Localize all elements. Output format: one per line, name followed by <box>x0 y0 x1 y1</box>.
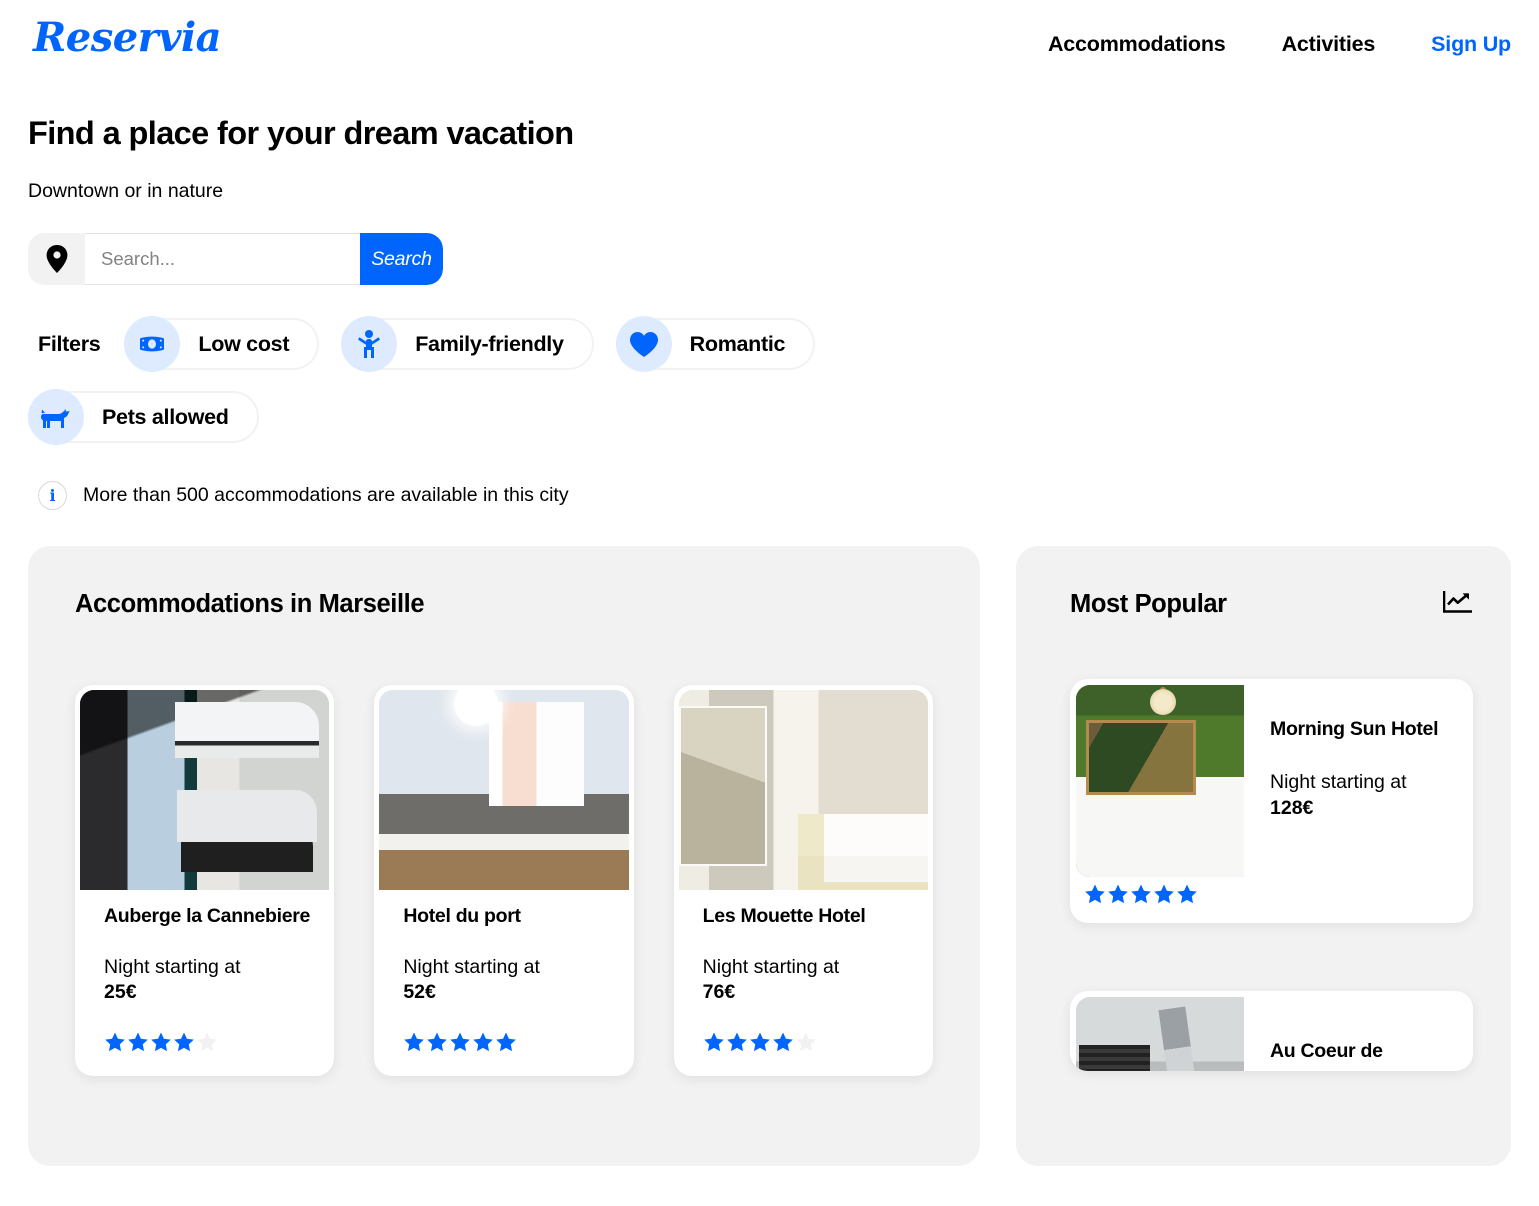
star-filled-icon <box>173 1031 195 1053</box>
popular-panel-title: Most Popular <box>1070 590 1227 618</box>
popular-card-body: Au Coeur de <box>1244 997 1403 1071</box>
star-filled-icon <box>1130 883 1152 905</box>
availability-info: i More than 500 accommodations are avail… <box>28 481 1511 510</box>
page-root: Reservia Accommodations Activities Sign … <box>0 0 1539 1206</box>
star-filled-icon <box>1176 883 1198 905</box>
accommodations-panel-header: Accommodations in Marseille <box>75 590 933 619</box>
search-input[interactable] <box>85 233 360 285</box>
filter-family-friendly-label: Family-friendly <box>415 331 564 356</box>
heart-icon <box>615 316 672 372</box>
popular-photo <box>1076 685 1244 877</box>
site-header: Reservia Accommodations Activities Sign … <box>28 0 1511 92</box>
filters-label: Filters <box>38 331 101 356</box>
accommodation-card-body: Auberge la Cannebiere Night starting at … <box>80 890 329 1071</box>
accommodation-rating <box>403 1031 618 1053</box>
popular-card[interactable]: Au Coeur de <box>1070 991 1473 1071</box>
brand-logo[interactable]: Reservia <box>28 18 222 58</box>
accommodation-price-value: 76€ <box>702 981 736 1004</box>
accommodation-price-prefix: Night starting at <box>403 955 540 978</box>
popular-name: Morning Sun Hotel <box>1270 718 1439 740</box>
filter-pets-allowed[interactable]: Pets allowed <box>28 389 259 445</box>
star-filled-icon <box>403 1031 425 1053</box>
money-icon <box>124 316 181 372</box>
chart-line-up-icon <box>1442 590 1473 619</box>
accommodations-panel-title: Accommodations in Marseille <box>75 590 425 618</box>
star-filled-icon <box>1153 883 1175 905</box>
accommodation-photo <box>379 690 629 890</box>
main-nav: Accommodations Activities Sign Up <box>1048 18 1511 57</box>
info-icon: i <box>38 481 67 510</box>
nav-item-signup[interactable]: Sign Up <box>1431 32 1511 57</box>
popular-card-list: Morning Sun Hotel Night starting at 128€ <box>1070 679 1473 1071</box>
accommodation-price: Night starting at 25€ <box>104 955 319 1006</box>
accommodation-price: Night starting at 52€ <box>403 955 618 1006</box>
accommodation-card[interactable]: Auberge la Cannebiere Night starting at … <box>75 685 335 1076</box>
accommodation-photo <box>80 690 330 890</box>
star-filled-icon <box>772 1031 794 1053</box>
filters-row-2: Pets allowed <box>28 389 1511 445</box>
accommodations-card-list: Auberge la Cannebiere Night starting at … <box>75 685 933 1076</box>
star-filled-icon <box>1084 883 1106 905</box>
accommodation-rating <box>703 1031 918 1053</box>
availability-info-text: More than 500 accommodations are availab… <box>83 483 569 506</box>
popular-price: Night starting at 128€ <box>1270 770 1438 821</box>
star-filled-icon <box>150 1031 172 1053</box>
filters-row-1: Filters Low cost Family-friendly Romanti… <box>28 316 1511 372</box>
accommodation-name: Hotel du port <box>403 905 521 927</box>
popular-panel-header: Most Popular <box>1070 590 1473 619</box>
nav-item-accommodations[interactable]: Accommodations <box>1048 32 1226 57</box>
star-filled-icon <box>749 1031 771 1053</box>
page-title: Find a place for your dream vacation <box>28 115 574 151</box>
popular-photo <box>1076 997 1244 1071</box>
accommodation-price-value: 52€ <box>403 981 436 1004</box>
popular-rating <box>1076 877 1467 917</box>
star-filled-icon <box>1107 883 1129 905</box>
filter-low-cost[interactable]: Low cost <box>124 316 320 372</box>
star-filled-icon <box>472 1031 494 1053</box>
content-panels: Accommodations in Marseille Auberge la C… <box>28 546 1511 1166</box>
star-filled-icon <box>703 1031 725 1053</box>
accommodation-photo <box>678 690 928 890</box>
star-filled-icon <box>495 1031 517 1053</box>
child-icon <box>341 316 398 372</box>
search-bar: Search <box>28 233 443 285</box>
star-filled-icon <box>726 1031 748 1053</box>
accommodation-name: Les Mouette Hotel <box>702 905 866 927</box>
popular-price-prefix: Night starting at <box>1270 770 1407 793</box>
accommodation-price-value: 25€ <box>104 981 137 1004</box>
star-empty-icon <box>795 1031 817 1053</box>
star-filled-icon <box>449 1031 471 1053</box>
popular-price-value: 128€ <box>1270 796 1314 819</box>
star-filled-icon <box>104 1031 126 1053</box>
popular-panel: Most Popular Morning Sun Hotel Night sta… <box>1016 546 1511 1166</box>
dog-icon <box>28 389 84 445</box>
accommodation-card-body: Hotel du port Night starting at 52€ <box>379 890 628 1071</box>
accommodation-card[interactable]: Les Mouette Hotel Night starting at 76€ <box>673 685 933 1076</box>
accommodation-card-body: Les Mouette Hotel Night starting at 76€ <box>679 890 928 1071</box>
accommodations-panel: Accommodations in Marseille Auberge la C… <box>28 546 980 1166</box>
star-filled-icon <box>127 1031 149 1053</box>
map-pin-icon <box>28 233 85 285</box>
star-empty-icon <box>196 1031 218 1053</box>
accommodation-rating <box>104 1031 319 1053</box>
popular-card-body: Morning Sun Hotel Night starting at 128€ <box>1244 685 1458 877</box>
accommodation-price: Night starting at 76€ <box>703 955 918 1006</box>
page-subtitle: Downtown or in nature <box>28 180 224 202</box>
accommodation-price-prefix: Night starting at <box>702 955 840 978</box>
star-filled-icon <box>426 1031 448 1053</box>
nav-item-activities[interactable]: Activities <box>1282 32 1376 57</box>
filter-romantic-label: Romantic <box>689 331 786 356</box>
filter-pets-allowed-label: Pets allowed <box>102 404 229 429</box>
filter-romantic[interactable]: Romantic <box>615 316 816 372</box>
filter-low-cost-label: Low cost <box>198 331 290 356</box>
search-button[interactable]: Search <box>360 233 443 285</box>
filters-section: Filters Low cost Family-friendly Romanti… <box>28 316 1511 445</box>
popular-name: Au Coeur de <box>1270 1040 1383 1062</box>
filter-family-friendly[interactable]: Family-friendly <box>341 316 594 372</box>
popular-card[interactable]: Morning Sun Hotel Night starting at 128€ <box>1070 679 1473 923</box>
accommodation-card[interactable]: Hotel du port Night starting at 52€ <box>374 685 634 1076</box>
accommodation-name: Auberge la Cannebiere <box>104 905 311 927</box>
accommodation-price-prefix: Night starting at <box>104 955 241 978</box>
